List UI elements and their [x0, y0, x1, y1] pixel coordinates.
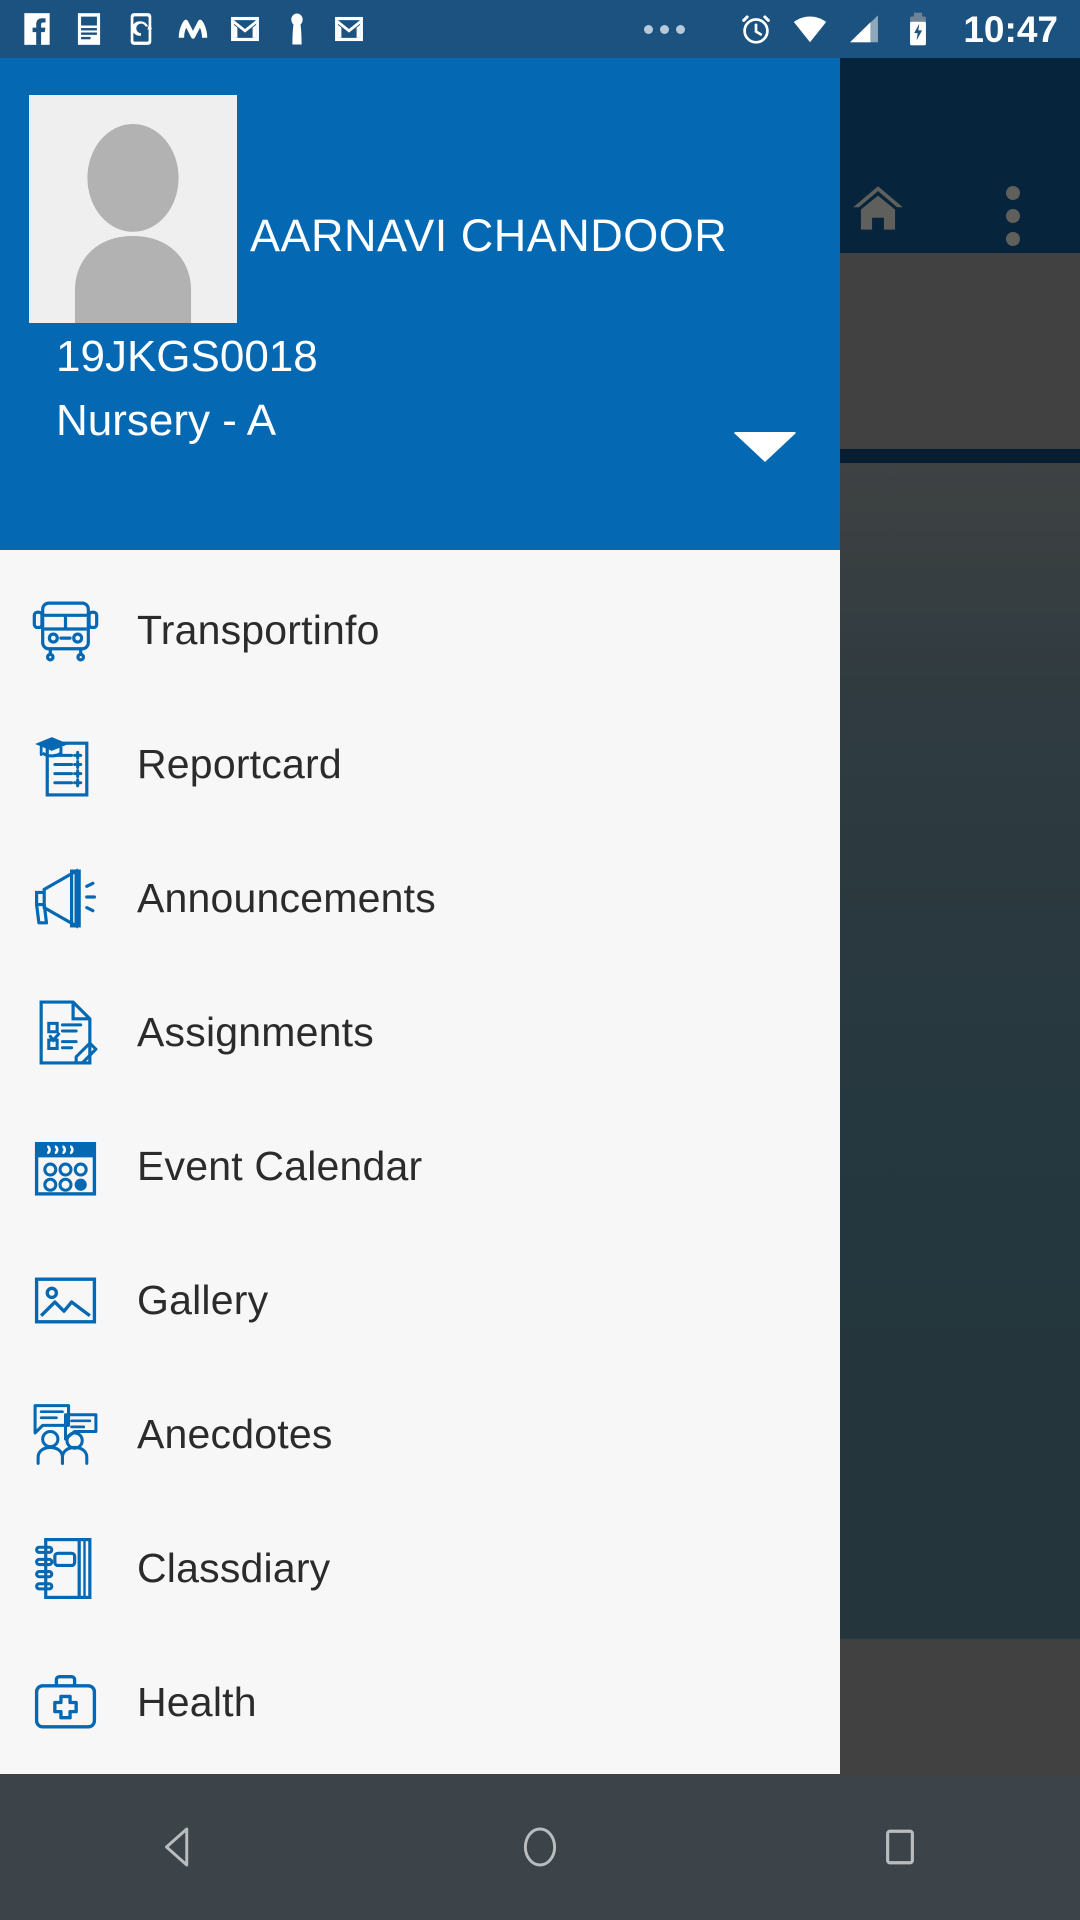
student-id: 19JKGS0018 [56, 332, 318, 381]
chevron-down-icon[interactable] [733, 432, 797, 462]
status-system-icons: 10:47 [644, 10, 1058, 48]
notification-overflow-icon [644, 24, 686, 34]
sidebar-item-assignments[interactable]: Assignments [0, 965, 840, 1099]
bus-icon [29, 594, 102, 667]
sidebar-item-announcements[interactable]: Announcements [0, 831, 840, 965]
sidebar-item-event-calendar[interactable]: Event Calendar [0, 1099, 840, 1233]
gmail-icon-2 [330, 10, 368, 48]
news-document-icon [70, 10, 108, 48]
graduation-report-icon [29, 728, 102, 801]
nav-back-button[interactable] [120, 1774, 240, 1920]
sidebar-item-health[interactable]: Health [0, 1635, 840, 1769]
avatar[interactable] [29, 95, 237, 323]
wifi-icon [791, 10, 829, 48]
sidebar-item-label: Announcements [137, 874, 436, 921]
student-name: AARNAVI CHANDOOR [250, 210, 728, 261]
status-notification-icons [18, 10, 368, 48]
recents-square-icon [886, 1829, 914, 1865]
sidebar-item-anecdotes[interactable]: Anecdotes [0, 1367, 840, 1501]
sidebar-item-gallery[interactable]: Gallery [0, 1233, 840, 1367]
sidebar-item-label: Assignments [137, 1008, 374, 1055]
messenger-m-icon [174, 10, 212, 48]
home-circle-icon [523, 1827, 557, 1867]
megaphone-icon [29, 862, 102, 935]
navigation-drawer: AARNAVI CHANDOOR 19JKGS0018 Nursery - A … [0, 58, 840, 1774]
people-chat-icon [29, 1398, 102, 1471]
avatar-placeholder-icon [74, 124, 192, 323]
nav-home-button[interactable] [480, 1774, 600, 1920]
sidebar-item-transportinfo[interactable]: Transportinfo [0, 563, 840, 697]
sidebar-item-label: Event Calendar [137, 1142, 423, 1189]
sidebar-item-label: Gallery [137, 1276, 269, 1323]
sidebar-item-reportcard[interactable]: Reportcard [0, 697, 840, 831]
notebook-icon [29, 1532, 102, 1605]
sidebar-item-label: Anecdotes [137, 1410, 333, 1457]
android-navigation-bar [0, 1774, 1080, 1920]
status-clock: 10:47 [963, 8, 1058, 50]
status-bar: 10:47 [0, 0, 1080, 58]
gmail-icon [226, 10, 264, 48]
sidebar-item-label: Reportcard [137, 740, 342, 787]
back-triangle-icon [165, 1827, 189, 1867]
assignment-pencil-icon [29, 996, 102, 1069]
phone-sync-icon [122, 10, 160, 48]
calendar-icon [29, 1130, 102, 1203]
drawer-header: AARNAVI CHANDOOR 19JKGS0018 Nursery - A [0, 58, 840, 550]
sidebar-item-label: Health [137, 1678, 257, 1725]
student-class: Nursery - A [56, 396, 277, 445]
cellular-signal-icon [845, 10, 883, 48]
sidebar-item-label: Classdiary [137, 1544, 331, 1591]
battery-charging-icon [899, 10, 937, 48]
image-gallery-icon [29, 1264, 102, 1337]
first-aid-kit-icon [29, 1666, 102, 1739]
sidebar-item-label: Transportinfo [137, 606, 380, 653]
sidebar-item-classdiary[interactable]: Classdiary [0, 1501, 840, 1635]
nav-recents-button[interactable] [840, 1774, 960, 1920]
alarm-clock-icon [737, 10, 775, 48]
facebook-icon [18, 10, 56, 48]
drawer-menu-list: Transportinfo Reportcard Announcements A… [0, 550, 840, 1774]
person-badge-icon [278, 10, 316, 48]
